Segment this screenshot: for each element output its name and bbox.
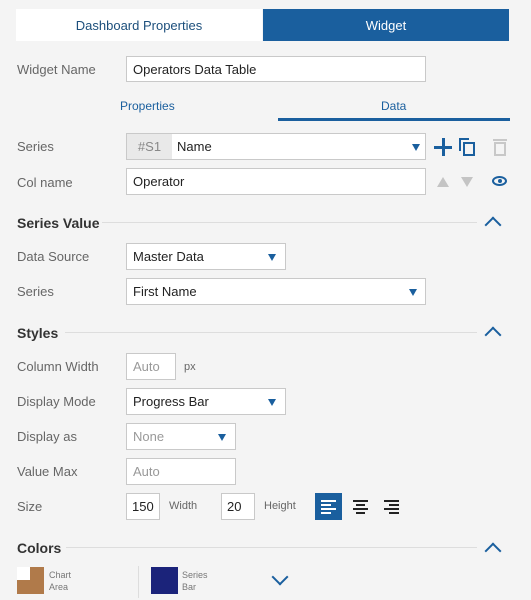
styles-collapse-icon[interactable]: [484, 326, 502, 344]
display-mode-caret-icon: [268, 399, 276, 406]
subtab-data-underline: [278, 118, 510, 121]
align-center-icon[interactable]: [347, 493, 374, 520]
chart-area-color-swatch[interactable]: [17, 567, 44, 594]
styles-divider: [65, 332, 477, 333]
size-width-input[interactable]: 150: [126, 493, 160, 520]
styles-section-title: Styles: [17, 325, 59, 341]
widget-name-label: Widget Name: [17, 62, 96, 77]
size-width-label: Width: [169, 500, 198, 512]
series-value: Name: [177, 139, 212, 154]
data-source-value: Master Data: [133, 249, 204, 264]
align-left-icon[interactable]: [315, 493, 342, 520]
series-value-section-title: Series Value: [17, 215, 100, 231]
align-right-icon[interactable]: [378, 493, 405, 520]
chart-area-label-line1: Chart: [49, 570, 72, 580]
display-as-value: None: [133, 429, 165, 444]
tab-dashboard-properties-label: Dashboard Properties: [75, 17, 203, 33]
data-source-caret-icon: [268, 254, 276, 261]
colors-expand-icon[interactable]: [271, 568, 289, 586]
visibility-eye-icon[interactable]: [492, 176, 507, 186]
series-tag: #S1: [127, 134, 172, 159]
column-width-unit: px: [184, 361, 196, 373]
series-value-series-value: First Name: [133, 284, 197, 299]
add-icon[interactable]: [434, 138, 452, 156]
display-mode-value: Progress Bar: [133, 394, 209, 409]
series-caret-icon: [412, 144, 420, 151]
series-value-series-label: Series: [17, 284, 54, 299]
colors-section-title: Colors: [17, 540, 62, 556]
delete-icon[interactable]: [493, 138, 507, 156]
colors-divider: [66, 547, 477, 548]
move-down-icon[interactable]: [461, 177, 473, 187]
column-width-label: Column Width: [17, 359, 99, 374]
series-bar-color-swatch[interactable]: [151, 567, 178, 594]
value-max-label: Value Max: [17, 464, 78, 479]
display-mode-select[interactable]: Progress Bar: [126, 388, 286, 415]
series-bar-label: Series Bar: [182, 569, 208, 593]
subtab-data[interactable]: Data: [381, 99, 406, 113]
series-bar-label-line2: Bar: [182, 582, 197, 592]
size-label: Size: [17, 499, 43, 514]
size-height-input[interactable]: 20: [221, 493, 255, 520]
series-value-series-caret-icon: [409, 289, 417, 296]
colors-separator: [138, 566, 139, 598]
tab-widget-label: Widget: [365, 17, 407, 33]
colors-collapse-icon[interactable]: [484, 542, 502, 560]
tab-widget[interactable]: Widget: [263, 9, 509, 41]
series-select[interactable]: #S1 Name: [126, 133, 426, 160]
series-bar-label-line1: Series: [182, 570, 208, 580]
display-as-caret-icon: [218, 434, 226, 441]
col-name-input[interactable]: Operator: [126, 168, 426, 195]
data-source-select[interactable]: Master Data: [126, 243, 286, 270]
data-source-label: Data Source: [17, 249, 90, 264]
series-value-series-select[interactable]: First Name: [126, 278, 426, 305]
display-as-select[interactable]: None: [126, 423, 236, 450]
copy-icon[interactable]: [459, 138, 475, 156]
display-as-label: Display as: [17, 429, 77, 444]
size-height-label: Height: [264, 500, 296, 512]
col-name-label: Col name: [17, 175, 73, 190]
series-label: Series: [17, 139, 54, 154]
widget-name-input[interactable]: Operators Data Table: [126, 56, 426, 82]
series-value-collapse-icon[interactable]: [484, 216, 502, 234]
subtab-properties[interactable]: Properties: [120, 99, 175, 113]
chart-area-label-line2: Area: [49, 582, 69, 592]
series-value-divider: [102, 222, 477, 223]
tab-dashboard-properties[interactable]: Dashboard Properties: [16, 9, 262, 41]
value-max-input[interactable]: Auto: [126, 458, 236, 485]
column-width-input[interactable]: Auto: [126, 353, 176, 380]
display-mode-label: Display Mode: [17, 394, 96, 409]
move-up-icon[interactable]: [437, 177, 449, 187]
chart-area-label: Chart Area: [49, 569, 71, 593]
